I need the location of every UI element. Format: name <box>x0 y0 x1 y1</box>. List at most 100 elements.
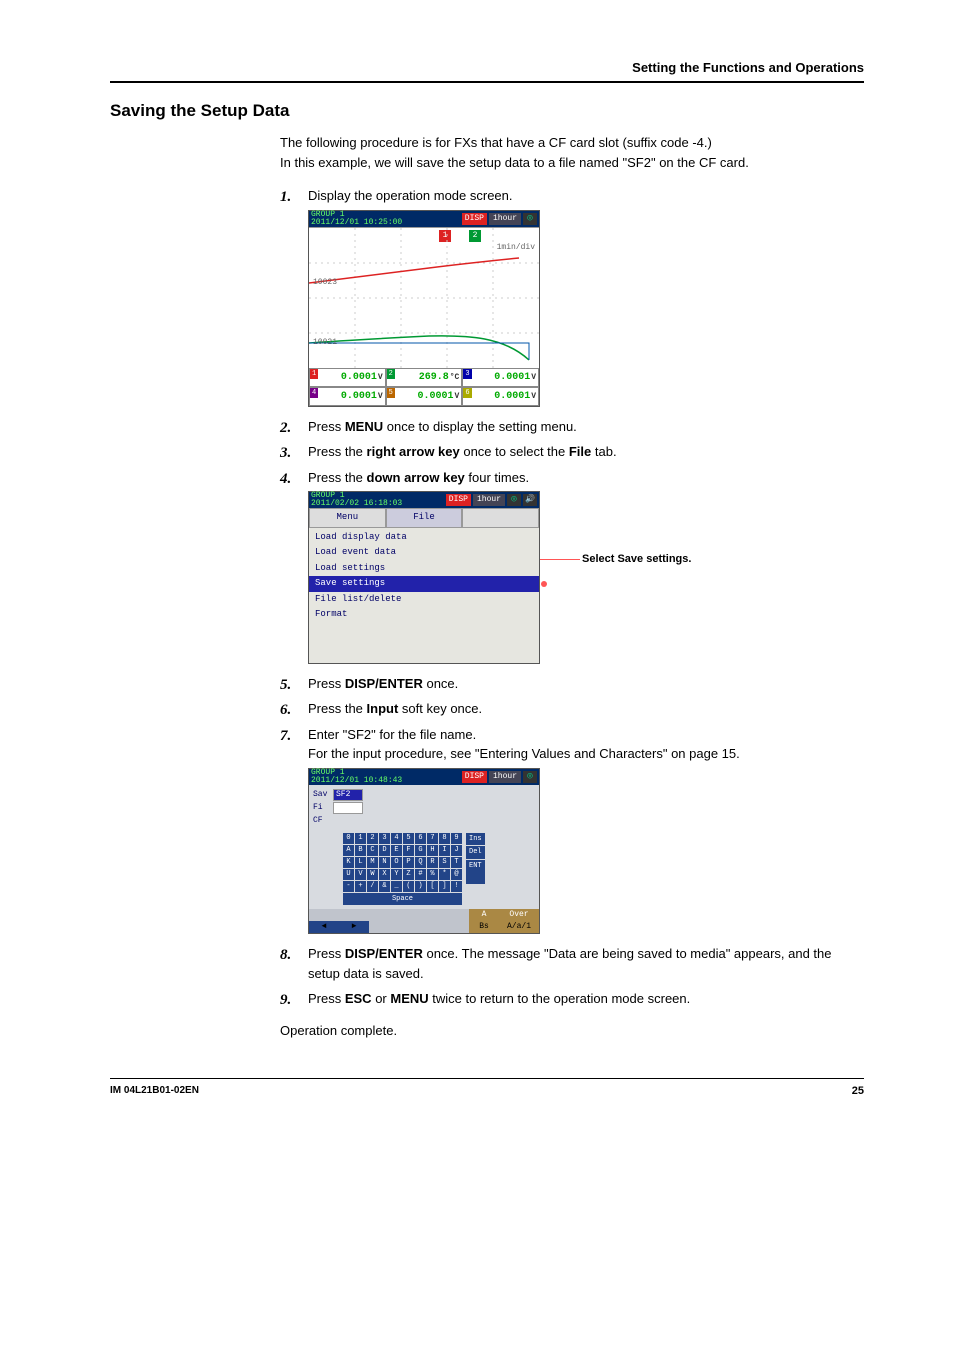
key-ent[interactable]: ENT <box>466 860 485 884</box>
key[interactable]: + <box>355 881 366 892</box>
record-icon <box>523 213 537 225</box>
key[interactable]: G <box>415 845 426 856</box>
key[interactable]: N <box>379 857 390 868</box>
key[interactable]: A <box>343 845 354 856</box>
value-cell-5: 50.0001V <box>386 387 463 406</box>
tab-file[interactable]: File <box>386 508 463 528</box>
step-7-num: 7. <box>280 725 291 748</box>
key[interactable]: W <box>367 869 378 880</box>
key[interactable]: B <box>355 845 366 856</box>
key[interactable]: Q <box>415 857 426 868</box>
softkey-mode[interactable]: A/a/1 <box>499 921 539 933</box>
key[interactable]: 8 <box>439 833 450 844</box>
menu-load-display[interactable]: Load display data <box>309 530 539 546</box>
step-9-mid: or <box>372 991 391 1006</box>
key[interactable]: @ <box>451 869 462 880</box>
screenshot-file-menu: GROUP 12011/02/02 16:18:03 DISP 1hour Me… <box>308 491 540 664</box>
key[interactable]: 5 <box>403 833 414 844</box>
step-7: 7. Enter "SF2" for the file name. For th… <box>280 725 864 935</box>
group-label-3: GROUP 12011/12/01 10:48:43 <box>311 769 402 785</box>
intro-line2: In this example, we will save the setup … <box>280 153 864 173</box>
keyboard-keys: 0123456789 ABCDEFGHIJ KLMNOPQRST UVWXYZ#… <box>343 833 462 892</box>
key[interactable]: C <box>367 845 378 856</box>
key-ins[interactable]: Ins <box>466 833 485 846</box>
key[interactable]: _ <box>391 881 402 892</box>
key[interactable]: Z <box>403 869 414 880</box>
field-cf: CF <box>313 815 535 827</box>
key[interactable]: K <box>343 857 354 868</box>
step-9-pre: Press <box>308 991 345 1006</box>
key[interactable]: - <box>343 881 354 892</box>
key[interactable]: * <box>439 869 450 880</box>
key[interactable]: E <box>391 845 402 856</box>
trend-graph: 1 2 1min/div <box>309 227 539 368</box>
softkey-over[interactable]: Over <box>499 909 539 921</box>
menu-load-event[interactable]: Load event data <box>309 545 539 561</box>
key[interactable]: [ <box>427 881 438 892</box>
status-bar-3: GROUP 12011/12/01 10:48:43 DISP 1hour <box>309 769 539 785</box>
record-icon-3 <box>523 771 537 783</box>
key[interactable]: S <box>439 857 450 868</box>
key[interactable]: 9 <box>451 833 462 844</box>
range-button: 1hour <box>489 213 521 225</box>
key[interactable]: 4 <box>391 833 402 844</box>
tab-menu[interactable]: Menu <box>309 508 386 528</box>
key[interactable]: H <box>427 845 438 856</box>
filename-input[interactable]: SF2 <box>333 789 363 801</box>
softkey-right[interactable]: ► <box>339 921 369 933</box>
disp-icon: DISP <box>462 213 487 225</box>
key[interactable]: % <box>427 869 438 880</box>
key[interactable]: Y <box>391 869 402 880</box>
key[interactable]: # <box>415 869 426 880</box>
key[interactable]: P <box>403 857 414 868</box>
key[interactable]: U <box>343 869 354 880</box>
key[interactable]: ( <box>403 881 414 892</box>
softkey-left[interactable]: ◄ <box>309 921 339 933</box>
step-6: 6. Press the Input soft key once. <box>280 699 864 719</box>
key-space[interactable]: Space <box>343 893 462 906</box>
step-2-num: 2. <box>280 417 291 440</box>
menu-format[interactable]: Format <box>309 607 539 623</box>
key[interactable]: 2 <box>367 833 378 844</box>
softkey-a[interactable]: A <box>469 909 499 921</box>
key-del[interactable]: Del <box>466 846 485 859</box>
step-3-num: 3. <box>280 442 291 465</box>
key[interactable]: / <box>367 881 378 892</box>
y-tick-2: 10021 <box>313 338 337 347</box>
key[interactable]: ] <box>439 881 450 892</box>
tab-empty <box>462 508 539 528</box>
key[interactable]: 7 <box>427 833 438 844</box>
key[interactable]: F <box>403 845 414 856</box>
softkey-bs[interactable]: Bs <box>469 921 499 933</box>
key[interactable]: V <box>355 869 366 880</box>
key[interactable]: R <box>427 857 438 868</box>
key[interactable]: I <box>439 845 450 856</box>
key[interactable]: L <box>355 857 366 868</box>
onscreen-keyboard: 0123456789 ABCDEFGHIJ KLMNOPQRST UVWXYZ#… <box>343 833 535 892</box>
menu-load-settings[interactable]: Load settings <box>309 561 539 577</box>
key[interactable]: O <box>391 857 402 868</box>
key[interactable]: & <box>379 881 390 892</box>
step-9-num: 9. <box>280 989 291 1012</box>
key[interactable]: 0 <box>343 833 354 844</box>
key[interactable]: ! <box>451 881 462 892</box>
key[interactable]: ) <box>415 881 426 892</box>
step-1: 1. Display the operation mode screen. GR… <box>280 186 864 407</box>
key[interactable]: J <box>451 845 462 856</box>
menu-file-list[interactable]: File list/delete <box>309 592 539 608</box>
step-6-pre: Press the <box>308 701 367 716</box>
key[interactable]: X <box>379 869 390 880</box>
group-label: GROUP 12011/12/01 10:25:00 <box>311 211 402 227</box>
value-cell-6: 60.0001V <box>462 387 539 406</box>
menu-tabs: Menu File <box>309 508 539 528</box>
key[interactable]: D <box>379 845 390 856</box>
key[interactable]: T <box>451 857 462 868</box>
key[interactable]: 3 <box>379 833 390 844</box>
step-6-post: soft key once. <box>398 701 482 716</box>
key[interactable]: 6 <box>415 833 426 844</box>
key[interactable]: M <box>367 857 378 868</box>
step-3-bold: right arrow key <box>367 444 460 459</box>
menu-save-settings[interactable]: Save settings <box>309 576 539 592</box>
step-4-bold: down arrow key <box>367 470 465 485</box>
key[interactable]: 1 <box>355 833 366 844</box>
